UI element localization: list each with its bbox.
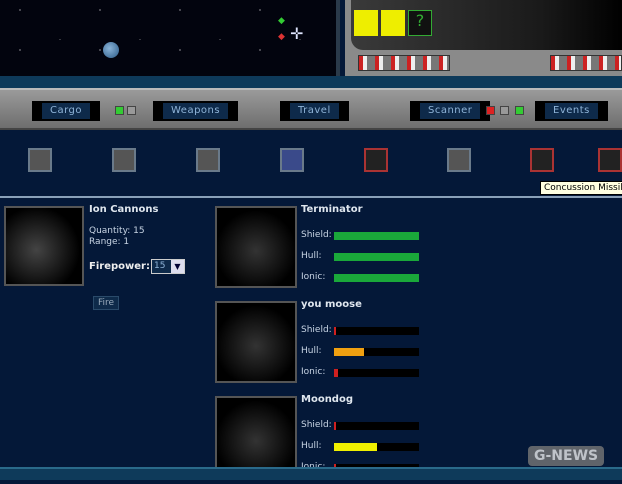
hull-bar	[334, 253, 419, 261]
cargo-label: Cargo	[42, 103, 91, 119]
target-ship[interactable]: Terminator Shield: Hull: Ionic:	[215, 204, 425, 294]
weapon-concussion-missile-icon[interactable]	[598, 148, 622, 172]
hull-bar	[334, 348, 419, 356]
ionic-bar-fill	[334, 369, 339, 377]
chevron-down-icon[interactable]: ▼	[171, 260, 184, 273]
shield-bar	[334, 327, 419, 335]
faction-badge-icon[interactable]	[381, 10, 405, 36]
tooltip: Concussion Missile L	[540, 181, 622, 195]
enemy-ship-icon[interactable]: ◆	[278, 32, 285, 42]
indicator	[515, 106, 524, 115]
weapon-laser-icon[interactable]	[196, 148, 220, 172]
hull-bar-fill	[334, 253, 419, 261]
hull-label: Hull:	[301, 441, 322, 451]
indicator	[115, 106, 124, 115]
weapon-missile-icon[interactable]	[530, 148, 554, 172]
shield-bar-fill	[334, 232, 419, 240]
shield-label: Shield:	[301, 325, 332, 335]
shield-bar	[334, 422, 419, 430]
hull-label: Hull:	[301, 346, 322, 356]
weapon-torpedo-icon[interactable]	[364, 148, 388, 172]
target-name: Terminator	[301, 204, 363, 215]
hull-label: Hull:	[301, 251, 322, 261]
hull-bar-fill	[334, 443, 377, 451]
crosshair-icon: ✛	[290, 24, 304, 43]
scanner-button[interactable]: Scanner	[410, 101, 491, 121]
ionic-bar	[334, 274, 419, 282]
ionic-label: Ionic:	[301, 272, 326, 282]
firepower-label: Firepower:	[89, 261, 150, 272]
hull-bar-fill	[334, 348, 364, 356]
control-strip[interactable]	[550, 55, 622, 71]
firepower-select[interactable]: 15 ▼	[151, 259, 185, 274]
weapon-turret-icon[interactable]	[28, 148, 52, 172]
toolbar: Cargo Weapons Travel Scanner Events	[0, 88, 622, 130]
target-name: you moose	[301, 299, 362, 310]
fire-button[interactable]: Fire	[93, 296, 120, 310]
shield-label: Shield:	[301, 420, 332, 430]
weapon-ion-icon[interactable]	[280, 148, 304, 172]
weapon-quantity: Quantity: 15	[89, 226, 145, 236]
shield-bar-fill	[334, 422, 336, 430]
travel-label: Travel	[290, 103, 339, 119]
shield-bar-fill	[334, 327, 336, 335]
hull-bar	[334, 443, 419, 451]
events-label: Events	[545, 103, 598, 119]
target-ship-image[interactable]	[215, 396, 297, 478]
weapon-icon-row	[0, 130, 622, 196]
ionic-bar	[334, 369, 419, 377]
target-name: Moondog	[301, 394, 353, 405]
weapon-cannon-icon[interactable]	[112, 148, 136, 172]
target-ship-image[interactable]	[215, 206, 297, 288]
indicator	[500, 106, 509, 115]
space-view[interactable]: ◆ ◆ ✛	[0, 0, 340, 76]
weapon-name: Ion Cannons	[89, 204, 159, 215]
scanner-label: Scanner	[420, 103, 481, 119]
events-button[interactable]: Events	[535, 101, 608, 121]
indicator	[486, 106, 495, 115]
status-panel: ?	[345, 0, 622, 76]
shield-bar	[334, 232, 419, 240]
unknown-badge-icon[interactable]: ?	[408, 10, 432, 36]
firepower-value: 15	[154, 261, 166, 271]
weapon-pod-icon[interactable]	[447, 148, 471, 172]
bottom-bar	[0, 467, 622, 480]
cargo-button[interactable]: Cargo	[32, 101, 101, 121]
planet[interactable]	[103, 42, 119, 58]
shield-label: Shield:	[301, 230, 332, 240]
ionic-label: Ionic:	[301, 367, 326, 377]
faction-badge-icon[interactable]	[354, 10, 378, 36]
separator	[0, 76, 622, 88]
watermark: G-NEWS	[528, 446, 605, 466]
control-strip[interactable]	[358, 55, 450, 71]
target-ship[interactable]: you moose Shield: Hull: Ionic:	[215, 299, 425, 389]
weapons-button[interactable]: Weapons	[153, 101, 239, 121]
weapon-image	[4, 206, 84, 286]
friendly-ship-icon[interactable]: ◆	[278, 16, 285, 26]
travel-button[interactable]: Travel	[280, 101, 349, 121]
ionic-bar-fill	[334, 274, 419, 282]
weapons-label: Weapons	[163, 103, 229, 119]
target-ship-image[interactable]	[215, 301, 297, 383]
weapon-range: Range: 1	[89, 237, 130, 247]
indicator	[127, 106, 136, 115]
divider	[0, 196, 622, 198]
